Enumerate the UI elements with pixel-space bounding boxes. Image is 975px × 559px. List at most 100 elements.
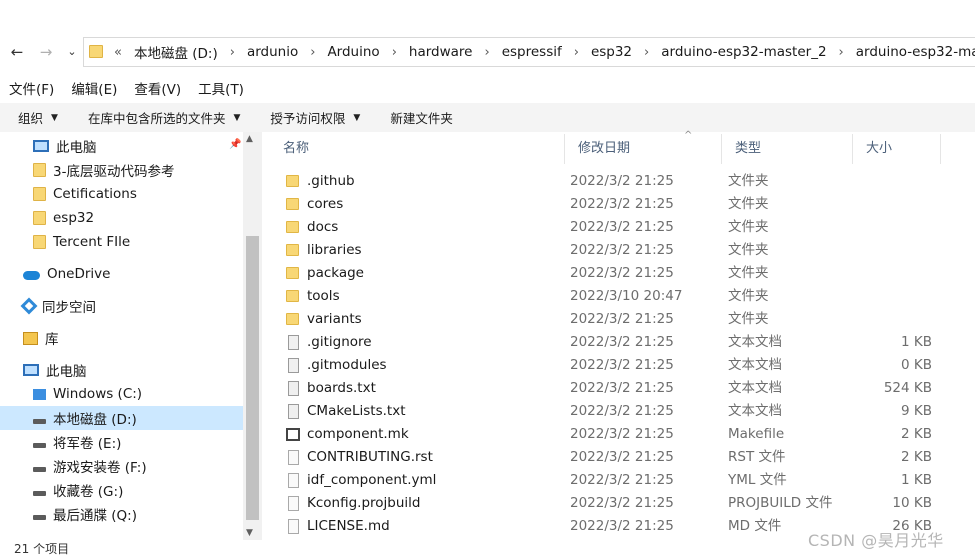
caret-down-icon: ▼: [51, 112, 58, 123]
nav-item[interactable]: OneDrive: [0, 262, 243, 286]
new-folder-button[interactable]: 新建文件夹: [375, 108, 468, 127]
file-row[interactable]: boards.txt 2022/3/2 21:25 文本文档 524 KB: [270, 377, 975, 400]
breadcrumb-item[interactable]: Arduino: [319, 44, 387, 60]
breadcrumb-chevron-icon[interactable]: ›: [835, 45, 848, 60]
scroll-down-icon[interactable]: ▼: [246, 528, 253, 538]
nav-item[interactable]: 3-底层驱动代码参考: [0, 158, 243, 182]
file-name: variants: [307, 311, 362, 327]
file-type: 文本文档: [728, 380, 782, 396]
file-row[interactable]: docs 2022/3/2 21:25 文件夹: [270, 216, 975, 239]
address-input[interactable]: «本地磁盘 (D:) › ardunio › Arduino › hardware › espr…: [83, 37, 975, 67]
menu-edit[interactable]: 编辑(E): [62, 78, 125, 102]
menu-file[interactable]: 文件(F): [0, 78, 62, 102]
file-row[interactable]: cores 2022/3/2 21:25 文件夹: [270, 193, 975, 216]
menu-view[interactable]: 查看(V): [125, 78, 189, 102]
breadcrumb-item[interactable]: espressif: [494, 44, 570, 60]
nav-item[interactable]: 本地磁盘 (D:): [0, 406, 243, 430]
file-name: .gitignore: [307, 334, 372, 350]
file-modified-date: 2022/3/2 21:25: [570, 196, 674, 212]
file-type: 文本文档: [728, 334, 782, 350]
share-with-button[interactable]: 授予访问权限 ▼: [255, 108, 375, 127]
breadcrumb-item[interactable]: 本地磁盘 (D:): [126, 42, 226, 62]
breadcrumb-item[interactable]: hardware: [401, 44, 481, 60]
nav-item[interactable]: 此电脑 📌: [0, 134, 243, 158]
file-row[interactable]: libraries 2022/3/2 21:25 文件夹: [270, 239, 975, 262]
breadcrumb-item[interactable]: esp32: [583, 44, 640, 60]
file-row[interactable]: CONTRIBUTING.rst 2022/3/2 21:25 RST 文件 2 KB: [270, 446, 975, 469]
file-row[interactable]: .github 2022/3/2 21:25 文件夹: [270, 170, 975, 193]
file-name: cores: [307, 196, 344, 212]
caret-down-icon: ▼: [233, 112, 241, 123]
scroll-up-icon[interactable]: ▲: [246, 134, 253, 144]
folder-icon: [286, 221, 299, 233]
file-row[interactable]: idf_component.yml 2022/3/2 21:25 YML 文件 1 K…: [270, 469, 975, 492]
file-row[interactable]: component.mk 2022/3/2 21:25 Makefile 2 KB: [270, 423, 975, 446]
file-row[interactable]: variants 2022/3/2 21:25 文件夹: [270, 308, 975, 331]
file-row[interactable]: .gitmodules 2022/3/2 21:25 文本文档 0 KB: [270, 354, 975, 377]
include-in-library-label: 在库中包含所选的文件夹: [87, 111, 226, 126]
nav-item[interactable]: 游戏安装卷 (F:): [0, 454, 243, 478]
column-header-name[interactable]: 名称: [270, 134, 565, 164]
nav-item[interactable]: Windows (C:): [0, 382, 243, 406]
breadcrumb-overflow-icon[interactable]: «: [110, 45, 126, 60]
file-row[interactable]: tools 2022/3/10 20:47 文件夹: [270, 285, 975, 308]
column-header-type[interactable]: 类型: [722, 134, 853, 164]
breadcrumb-chevron-icon[interactable]: ›: [480, 45, 493, 60]
address-bar-row: ← → ⌄ «本地磁盘 (D:) › ardunio › Arduino › hardwar…: [0, 33, 975, 71]
folder-icon: [286, 313, 299, 325]
nav-item-label: OneDrive: [47, 266, 111, 282]
file-name: tools: [307, 288, 340, 304]
file-row[interactable]: CMakeLists.txt 2022/3/2 21:25 文本文档 9 KB: [270, 400, 975, 423]
nav-item[interactable]: 收藏卷 (G:): [0, 478, 243, 502]
nav-pane-scrollbar[interactable]: ▲ ▼: [243, 132, 262, 540]
nav-item[interactable]: 此电脑: [0, 358, 243, 382]
file-row[interactable]: Kconfig.projbuild 2022/3/2 21:25 PROJBUILD…: [270, 492, 975, 515]
file-icon: [288, 473, 299, 488]
file-type: MD 文件: [728, 518, 782, 534]
pin-icon[interactable]: 📌: [229, 139, 241, 150]
nav-item[interactable]: 同步空间: [0, 294, 243, 318]
cloud-icon: [23, 270, 40, 280]
nav-item[interactable]: Cetifications: [0, 182, 243, 206]
forward-arrow-icon[interactable]: →: [38, 42, 54, 62]
menu-tools[interactable]: 工具(T): [189, 78, 252, 102]
recent-locations-chevron-icon[interactable]: ⌄: [64, 42, 80, 62]
nav-item[interactable]: 库: [0, 326, 243, 350]
nav-item[interactable]: 最后通牒 (Q:): [0, 502, 243, 526]
nav-item[interactable]: Tercent FIle: [0, 230, 243, 254]
breadcrumb-chevron-icon[interactable]: ›: [306, 45, 319, 60]
file-name: boards.txt: [307, 380, 376, 396]
folder-icon: [286, 198, 299, 210]
file-row[interactable]: .gitignore 2022/3/2 21:25 文本文档 1 KB: [270, 331, 975, 354]
breadcrumb-item[interactable]: arduino-esp32-master_2: [653, 44, 834, 60]
file-type: Makefile: [728, 426, 785, 442]
back-arrow-icon[interactable]: ←: [9, 42, 25, 62]
nav-item[interactable]: esp32: [0, 206, 243, 230]
column-header-modified[interactable]: 修改日期: [565, 134, 722, 164]
file-row[interactable]: package 2022/3/2 21:25 文件夹: [270, 262, 975, 285]
file-modified-date: 2022/3/2 21:25: [570, 472, 674, 488]
breadcrumb-chevron-icon[interactable]: ›: [388, 45, 401, 60]
breadcrumb-chevron-icon[interactable]: ›: [640, 45, 653, 60]
file-name: package: [307, 265, 364, 281]
command-toolbar: 组织 ▼ 在库中包含所选的文件夹 ▼ 授予访问权限 ▼ 新建文件夹: [0, 103, 975, 132]
file-icon: [288, 335, 299, 350]
breadcrumb-chevron-icon[interactable]: ›: [570, 45, 583, 60]
file-type: 文本文档: [728, 403, 782, 419]
nav-item-label: 将军卷 (E:): [53, 436, 122, 452]
file-name: .gitmodules: [307, 357, 387, 373]
scrollbar-thumb[interactable]: [246, 236, 259, 520]
folder-icon: [33, 235, 46, 249]
drive-icon: [33, 466, 46, 472]
file-size: 9 KB: [901, 403, 932, 419]
folder-icon: [89, 45, 103, 58]
breadcrumb-item[interactable]: ardunio: [239, 44, 306, 60]
include-in-library-button[interactable]: 在库中包含所选的文件夹 ▼: [73, 108, 255, 127]
organize-button[interactable]: 组织 ▼: [0, 108, 73, 127]
column-header-size[interactable]: 大小: [853, 134, 941, 164]
breadcrumb-item[interactable]: arduino-esp32-master: [848, 44, 975, 60]
nav-item[interactable]: 将军卷 (E:): [0, 430, 243, 454]
nav-item-label: Windows (C:): [53, 386, 143, 402]
breadcrumb-chevron-icon[interactable]: ›: [226, 45, 239, 60]
file-icon: [288, 358, 299, 373]
